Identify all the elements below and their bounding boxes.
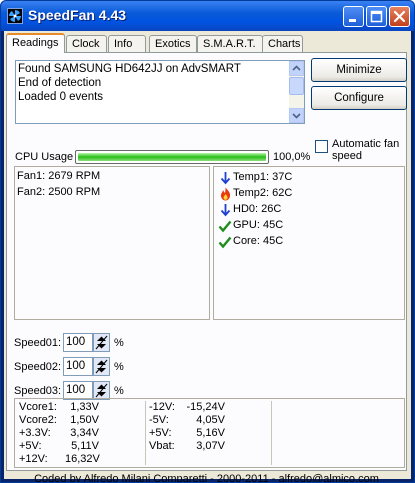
voltage-value: 5,16V [196,427,225,439]
tab-readings[interactable]: Readings [6,33,65,53]
fan-row: Fan2: 2500 RPM [17,186,101,198]
speed01-unit: % [114,337,124,349]
voltage-label: Vcore1: [19,401,57,413]
speed03-label: Speed03: [14,385,62,397]
automatic-fan-speed-checkbox[interactable] [315,140,328,153]
speed01-label: Speed01: [14,337,62,349]
column-divider [271,401,272,465]
arrow-down-icon [219,171,232,185]
minimize-button[interactable]: Minimize [311,58,407,82]
temp-row: Core: 45C [233,235,284,247]
scroll-up-button[interactable] [289,61,304,76]
log-line: Loaded 0 events [18,91,104,103]
window-title: SpeedFan 4.43 [28,7,127,23]
cpu-usage-label: CPU Usage [15,151,74,163]
configure-button[interactable]: Configure [311,86,407,110]
maximize-window-button[interactable] [366,6,387,27]
tab-exotics[interactable]: Exotics [149,35,197,52]
tab-charts[interactable]: Charts [262,35,303,52]
voltage-value: 1,33V [70,401,99,413]
title-bar[interactable]: SpeedFan 4.43 [1,1,414,31]
close-window-button[interactable] [389,6,410,27]
log-line: Found SAMSUNG HD642JJ on AdvSMART [18,63,241,75]
voltage-label: +5V: [19,440,42,452]
temp-row: HD0: 26C [233,203,282,215]
column-divider [145,401,146,465]
voltage-readings-box: Vcore1: 1,33V Vcore2: 1,50V +3.3V: 3,34V… [14,398,405,468]
voltage-label: -5V: [149,414,169,426]
tab-clock[interactable]: Clock [66,35,107,52]
speedfan-app-icon[interactable] [7,8,23,24]
voltage-label: -12V: [149,401,175,413]
voltage-label: +12V: [19,453,48,465]
log-scrollbar[interactable] [289,61,304,123]
status-bar: Coded by Alfredo Milani Comparetti - 200… [34,473,379,483]
speed02-unit: % [114,361,124,373]
tab-smart[interactable]: S.M.A.R.T. [197,35,263,52]
cpu-usage-bar [75,150,269,164]
speed03-unit: % [114,385,124,397]
voltage-label: Vcore2: [19,414,57,426]
temperature-readings-box: Temp1: 37C Temp2: 62C HD0: 26C GPU: 45C … [213,166,405,320]
checkmark-icon [218,219,232,233]
temp-row: GPU: 45C [233,219,284,231]
voltage-value: 3,07V [196,440,225,452]
voltage-value: 3,34V [70,427,99,439]
speed02-input[interactable]: 100 [63,357,93,376]
speed01-spinner[interactable] [93,333,110,352]
automatic-fan-speed-label: Automatic fan speed [332,138,400,162]
scroll-down-button[interactable] [289,108,304,123]
fan-row: Fan1: 2679 RPM [17,170,101,182]
cpu-usage-value: 100,0% [273,151,311,163]
speed02-label: Speed02: [14,361,62,373]
temp-row: Temp2: 62C [233,187,293,199]
voltage-value: 16,32V [65,453,100,465]
temp-row: Temp1: 37C [233,171,293,183]
voltage-value: 5,11V [71,440,99,452]
speedfan-window: SpeedFan 4.43 Readings Clock Info Exotic… [0,0,415,483]
speed02-spinner[interactable] [93,357,110,376]
voltage-label: +3.3V: [19,427,51,439]
scroll-thumb[interactable] [289,77,304,95]
log-line: End of detection [18,77,102,89]
voltage-label: Vbat: [149,440,175,452]
voltage-value: 1,50V [70,414,99,426]
event-log[interactable]: Found SAMSUNG HD642JJ on AdvSMART End of… [15,60,305,124]
readings-panel: Found SAMSUNG HD642JJ on AdvSMART End of… [6,52,407,471]
cpu-usage-fill [78,153,266,161]
voltage-label: +5V: [149,427,172,439]
arrow-down-icon [219,203,232,217]
speed01-input[interactable]: 100 [63,333,93,352]
fan-readings-box: Fan1: 2679 RPM Fan2: 2500 RPM [14,166,210,320]
minimize-window-button[interactable] [343,6,364,27]
flame-icon [219,187,232,201]
voltage-value: -15,24V [186,401,225,413]
client-area: Readings Clock Info Exotics S.M.A.R.T. C… [4,31,411,482]
tab-info[interactable]: Info [108,35,146,52]
voltage-value: 4,05V [196,414,225,426]
checkmark-icon [218,235,232,249]
